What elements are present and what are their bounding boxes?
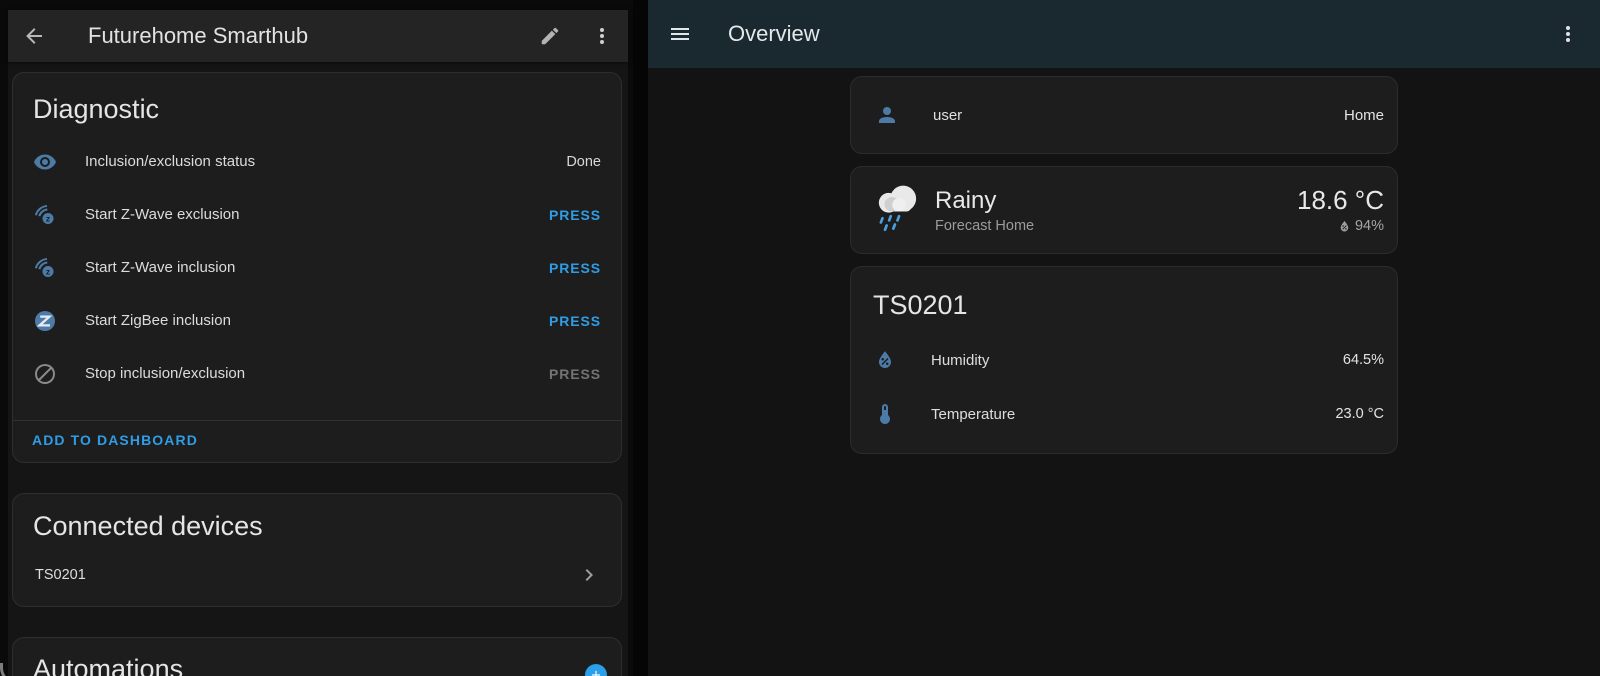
row-zwave-exclusion[interactable]: z Start Z-Wave exclusion PRESS [13, 188, 621, 241]
press-button[interactable]: PRESS [549, 313, 601, 329]
zwave-icon: z [33, 256, 57, 280]
eye-icon [33, 150, 57, 174]
weather-humidity-row: 94% [1297, 218, 1384, 234]
weather-condition: Rainy [935, 187, 1297, 215]
diagnostic-rows: Inclusion/exclusion status Done z [13, 135, 621, 420]
row-zwave-inclusion[interactable]: z Start Z-Wave inclusion PRESS [13, 241, 621, 294]
card-title: Diagnostic [13, 91, 621, 127]
left-content: Diagnostic Inclusion/exclusion status Do… [8, 62, 628, 676]
dashboard-title: Overview [728, 21, 1556, 47]
screen: Futurehome Smarthub Diagnostic [0, 0, 1600, 676]
thermometer-icon [873, 402, 897, 426]
screen-corner-artifact [0, 663, 21, 676]
dots-vertical-icon [1556, 22, 1580, 46]
row-state: 23.0 °C [1335, 406, 1384, 422]
row-label: Start Z-Wave inclusion [85, 259, 549, 276]
automations-card: Automations [12, 637, 622, 676]
row-label: Humidity [931, 352, 1343, 369]
dashboard-content: user Home [648, 68, 1600, 676]
left-menu-button[interactable] [590, 24, 614, 48]
rainy-cloud-icon [869, 181, 927, 239]
row-state: Done [566, 154, 601, 170]
row-label: Start ZigBee inclusion [85, 312, 549, 329]
connected-devices-card: Connected devices TS0201 [12, 493, 622, 607]
card-title: TS0201 [851, 287, 1397, 323]
row-zigbee-inclusion[interactable]: Start ZigBee inclusion PRESS [13, 294, 621, 347]
plus-icon [589, 668, 603, 676]
weather-temperature: 18.6 °C [1297, 186, 1384, 214]
account-icon [875, 103, 899, 127]
entity-name: user [933, 107, 1344, 124]
zigbee-icon [33, 309, 57, 333]
pencil-icon [539, 25, 561, 47]
row-label: Inclusion/exclusion status [85, 153, 566, 170]
chevron-right-icon [577, 563, 601, 587]
user-entity-card[interactable]: user Home [850, 76, 1398, 154]
dots-vertical-icon [590, 24, 614, 48]
press-button-disabled: PRESS [549, 366, 601, 382]
humidity-icon [873, 348, 897, 372]
cancel-icon [33, 362, 57, 386]
svg-text:z: z [46, 213, 50, 223]
ts0201-card: TS0201 Humidity 64.5% [850, 266, 1398, 454]
page-title: Futurehome Smarthub [88, 23, 538, 49]
weather-right: 18.6 °C 94% [1297, 186, 1384, 234]
weather-card[interactable]: Rainy Forecast Home 18.6 °C 94% [850, 166, 1398, 254]
overview-panel: Overview user Home [648, 0, 1600, 676]
humidity-row[interactable]: Humidity 64.5% [851, 333, 1397, 387]
row-inclusion-status[interactable]: Inclusion/exclusion status Done [13, 135, 621, 188]
weather-subtitle: Forecast Home [935, 218, 1297, 234]
right-app-header: Overview [648, 0, 1600, 68]
device-page-panel: Futurehome Smarthub Diagnostic [0, 0, 633, 676]
device-name: TS0201 [35, 567, 577, 583]
sidebar-menu-button[interactable] [668, 22, 692, 46]
hamburger-menu-icon [668, 22, 692, 46]
row-label: Start Z-Wave exclusion [85, 206, 549, 223]
row-label: Stop inclusion/exclusion [85, 365, 549, 382]
card-title: Automations [13, 651, 621, 676]
card-title: Connected devices [13, 508, 621, 544]
arrow-left-icon [22, 24, 46, 48]
add-to-dashboard-button[interactable]: ADD TO DASHBOARD [32, 432, 198, 448]
diagnostic-card: Diagnostic Inclusion/exclusion status Do… [12, 72, 622, 463]
device-row-ts0201[interactable]: TS0201 [13, 550, 621, 600]
row-stop-inclusion[interactable]: Stop inclusion/exclusion PRESS [13, 347, 621, 400]
left-app-header: Futurehome Smarthub [8, 10, 628, 62]
press-button[interactable]: PRESS [549, 260, 601, 276]
card-footer: ADD TO DASHBOARD [13, 420, 621, 462]
edit-button[interactable] [538, 24, 562, 48]
weather-main: Rainy Forecast Home [935, 187, 1297, 234]
right-menu-button[interactable] [1556, 22, 1580, 46]
press-button[interactable]: PRESS [549, 207, 601, 223]
back-button[interactable] [22, 24, 46, 48]
temperature-row[interactable]: Temperature 23.0 °C [851, 387, 1397, 441]
entity-state: Home [1344, 107, 1384, 124]
svg-text:z: z [46, 266, 50, 276]
device-page: Futurehome Smarthub Diagnostic [8, 10, 628, 676]
zwave-icon: z [33, 203, 57, 227]
panel-divider [633, 0, 648, 676]
weather-humidity: 94% [1355, 218, 1384, 234]
sensor-rows: Humidity 64.5% Temperature 23.0 °C [851, 333, 1397, 441]
water-percent-icon [1337, 219, 1352, 234]
row-label: Temperature [931, 406, 1335, 423]
row-state: 64.5% [1343, 352, 1384, 368]
